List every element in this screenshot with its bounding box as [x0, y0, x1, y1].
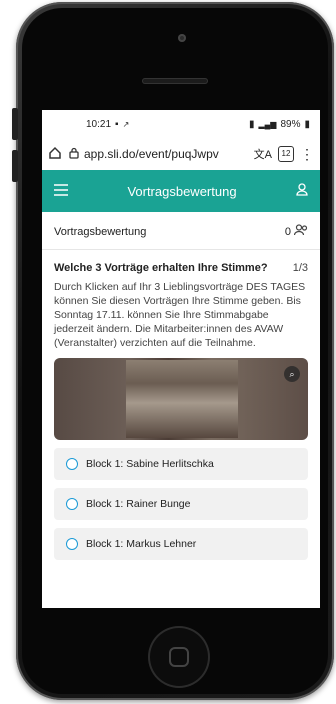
home-square-icon: [169, 647, 189, 667]
poll-header: Vortragsbewertung 0: [42, 212, 320, 250]
zoom-icon[interactable]: ⌕: [284, 366, 300, 382]
signal-icon: ▂▄▆: [258, 119, 277, 129]
audience-photo: [126, 360, 238, 438]
lock-icon: [68, 147, 80, 162]
radio-icon[interactable]: [66, 458, 78, 470]
option-label: Block 1: Markus Lehner: [86, 538, 197, 550]
question-card: Welche 3 Vorträge erhalten Ihre Stimme? …: [42, 250, 320, 350]
radio-icon[interactable]: [66, 498, 78, 510]
address-bar[interactable]: app.sli.do/event/puqJwpv: [68, 147, 248, 162]
option-item[interactable]: Block 1: Markus Lehner: [54, 528, 308, 560]
question-header: Welche 3 Vorträge erhalten Ihre Stimme? …: [54, 262, 308, 274]
more-menu-icon[interactable]: ⋮: [300, 146, 314, 163]
phone-screen: 10:21 ▪ ↗ ▮ ▂▄▆ 89% ▮ app.sli.do/event/p…: [42, 110, 320, 608]
battery-icon: ▮: [304, 118, 310, 130]
front-camera-icon: [178, 34, 186, 42]
user-icon[interactable]: [296, 183, 308, 199]
status-time: 10:21: [86, 118, 112, 130]
question-counter: 1/3: [292, 262, 308, 274]
question-image[interactable]: ⌕: [54, 358, 308, 440]
url-text: app.sli.do/event/puqJwpv: [84, 147, 219, 161]
volume-up-button: [12, 108, 18, 140]
radio-icon[interactable]: [66, 538, 78, 550]
volume-down-button: [12, 150, 18, 182]
poll-title: Vortragsbewertung: [54, 225, 147, 238]
battery-percent: 89%: [280, 118, 301, 130]
translate-icon[interactable]: 文A: [254, 146, 272, 162]
hamburger-menu-icon[interactable]: [54, 183, 68, 199]
home-button[interactable]: [148, 626, 210, 688]
vibrate-icon: ▮: [248, 118, 255, 130]
speaker-grille: [142, 78, 208, 84]
home-icon[interactable]: [48, 146, 62, 163]
option-item[interactable]: Block 1: Sabine Herlitschka: [54, 448, 308, 480]
tab-switcher-button[interactable]: 12: [278, 146, 294, 162]
option-label: Block 1: Sabine Herlitschka: [86, 458, 214, 470]
app-title: Vortragsbewertung: [127, 183, 237, 199]
message-icon: ▪: [115, 118, 119, 130]
signal-extra-icon: ↗: [122, 119, 130, 129]
app-bar: Vortragsbewertung: [42, 170, 320, 212]
question-description: Durch Klicken auf Ihr 3 Lieblingsvorträg…: [54, 281, 306, 349]
option-item[interactable]: Block 1: Rainer Bunge: [54, 488, 308, 520]
status-bar: 10:21 ▪ ↗ ▮ ▂▄▆ 89% ▮: [42, 110, 320, 138]
participant-count: 0: [284, 225, 291, 238]
participants-icon: [293, 224, 308, 239]
option-label: Block 1: Rainer Bunge: [86, 498, 191, 510]
question-heading: Welche 3 Vorträge erhalten Ihre Stimme?: [54, 262, 268, 274]
browser-toolbar: app.sli.do/event/puqJwpv 文A 12 ⋮: [42, 138, 320, 170]
